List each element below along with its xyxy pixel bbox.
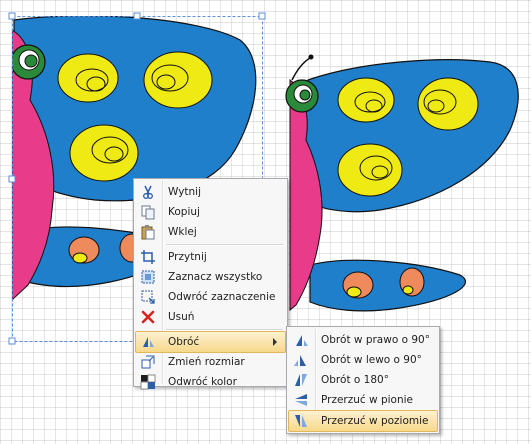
copy-icon [136, 202, 160, 222]
resize-icon [136, 352, 160, 372]
menu-item-crop[interactable]: Przytnij [136, 247, 285, 267]
rotate-180-icon [289, 370, 313, 390]
menu-item-invert-color[interactable]: Odwróć kolor [136, 372, 285, 392]
menu-item-label: Usuń [168, 311, 195, 323]
menu-item-paste[interactable]: Wklej [136, 222, 285, 242]
submenu-item-label: Obrót w prawo o 90° [321, 334, 430, 346]
menu-separator [166, 244, 283, 246]
selection-handle[interactable] [8, 12, 16, 20]
menu-item-invert-selection[interactable]: Odwróć zaznaczenie [136, 287, 285, 307]
invert-color-icon [136, 372, 160, 392]
submenu-item-rotate-180[interactable]: Obrót o 180° [289, 370, 437, 390]
menu-item-copy[interactable]: Kopiuj [136, 202, 285, 222]
menu-item-label: Obróć [168, 336, 200, 348]
menu-item-label: Zmień rozmiar [168, 356, 245, 368]
flip-vertical-icon [289, 390, 313, 410]
menu-item-label: Odwróć kolor [168, 376, 237, 388]
context-menu: Wytnij Kopiuj Wklej Przytnij Zaznacz wsz… [133, 178, 288, 390]
crop-icon [136, 247, 160, 267]
submenu-item-label: Obrót w lewo o 90° [321, 354, 422, 366]
submenu-item-label: Przerzuć w pionie [321, 394, 413, 406]
submenu-item-label: Przerzuć w poziomie [321, 415, 429, 427]
menu-item-label: Wklej [168, 226, 197, 238]
selection-handle[interactable] [258, 12, 266, 20]
menu-item-cut[interactable]: Wytnij [136, 182, 285, 202]
rotate-left-icon [289, 350, 313, 370]
rotate-icon [136, 332, 160, 352]
menu-item-label: Przytnij [168, 251, 207, 263]
scissors-icon [136, 182, 160, 202]
rotate-submenu: Obrót w prawo o 90° Obrót w lewo o 90° O… [286, 326, 440, 434]
menu-item-label: Kopiuj [168, 206, 200, 218]
menu-item-resize[interactable]: Zmień rozmiar [136, 352, 285, 372]
select-all-icon [136, 267, 160, 287]
selection-handle[interactable] [133, 12, 141, 20]
menu-item-label: Odwróć zaznaczenie [168, 291, 276, 303]
delete-icon [136, 307, 160, 327]
submenu-arrow-icon [273, 338, 277, 346]
rotate-right-icon [289, 330, 313, 350]
menu-item-select-all[interactable]: Zaznacz wszystko [136, 267, 285, 287]
submenu-item-rotate-left[interactable]: Obrót w lewo o 90° [289, 350, 437, 370]
paste-icon [136, 222, 160, 242]
submenu-item-rotate-right[interactable]: Obrót w prawo o 90° [289, 330, 437, 350]
menu-item-rotate[interactable]: Obróć [135, 331, 286, 353]
menu-item-label: Wytnij [168, 186, 202, 198]
selection-handle[interactable] [8, 175, 16, 183]
submenu-item-label: Obrót o 180° [321, 374, 389, 386]
submenu-item-flip-horizontal[interactable]: Przerzuć w poziomie [288, 410, 438, 432]
flip-horizontal-icon [289, 411, 313, 431]
menu-item-label: Zaznacz wszystko [168, 271, 263, 283]
selection-handle[interactable] [8, 337, 16, 345]
menu-item-delete[interactable]: Usuń [136, 307, 285, 327]
submenu-item-flip-vertical[interactable]: Przerzuć w pionie [289, 390, 437, 410]
invert-selection-icon [136, 287, 160, 307]
